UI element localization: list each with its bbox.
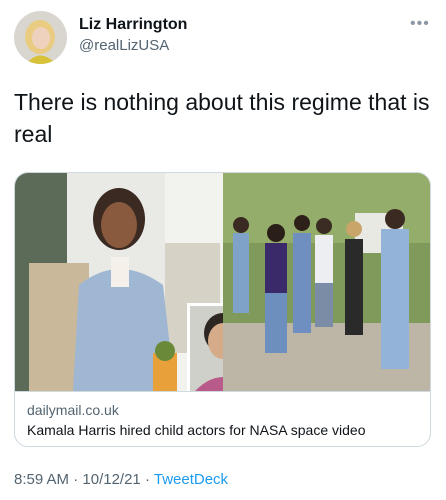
link-card-domain: dailymail.co.uk bbox=[27, 402, 119, 418]
link-card-title: Kamala Harris hired child actors for NAS… bbox=[27, 422, 366, 438]
tweet-source-link[interactable]: TweetDeck bbox=[154, 471, 228, 488]
tweet-footer: 8:59 AM · 10/12/21 · TweetDeck bbox=[14, 471, 228, 488]
author-handle[interactable]: @realLizUSA bbox=[79, 37, 169, 54]
author-display-name[interactable]: Liz Harrington bbox=[79, 16, 187, 34]
tweet-date[interactable]: 10/12/21 bbox=[82, 471, 140, 488]
link-card-meta[interactable]: dailymail.co.uk Kamala Harris hired chil… bbox=[15, 391, 430, 446]
more-options-icon[interactable]: ••• bbox=[410, 15, 430, 33]
tweet-text: There is nothing about this regime that … bbox=[14, 89, 430, 147]
link-card-image[interactable] bbox=[15, 173, 430, 391]
footer-separator: · bbox=[73, 471, 79, 488]
avatar[interactable] bbox=[14, 11, 67, 64]
footer-separator: · bbox=[144, 471, 150, 488]
tweet-time[interactable]: 8:59 AM bbox=[14, 471, 69, 488]
link-card[interactable]: dailymail.co.uk Kamala Harris hired chil… bbox=[14, 172, 431, 447]
